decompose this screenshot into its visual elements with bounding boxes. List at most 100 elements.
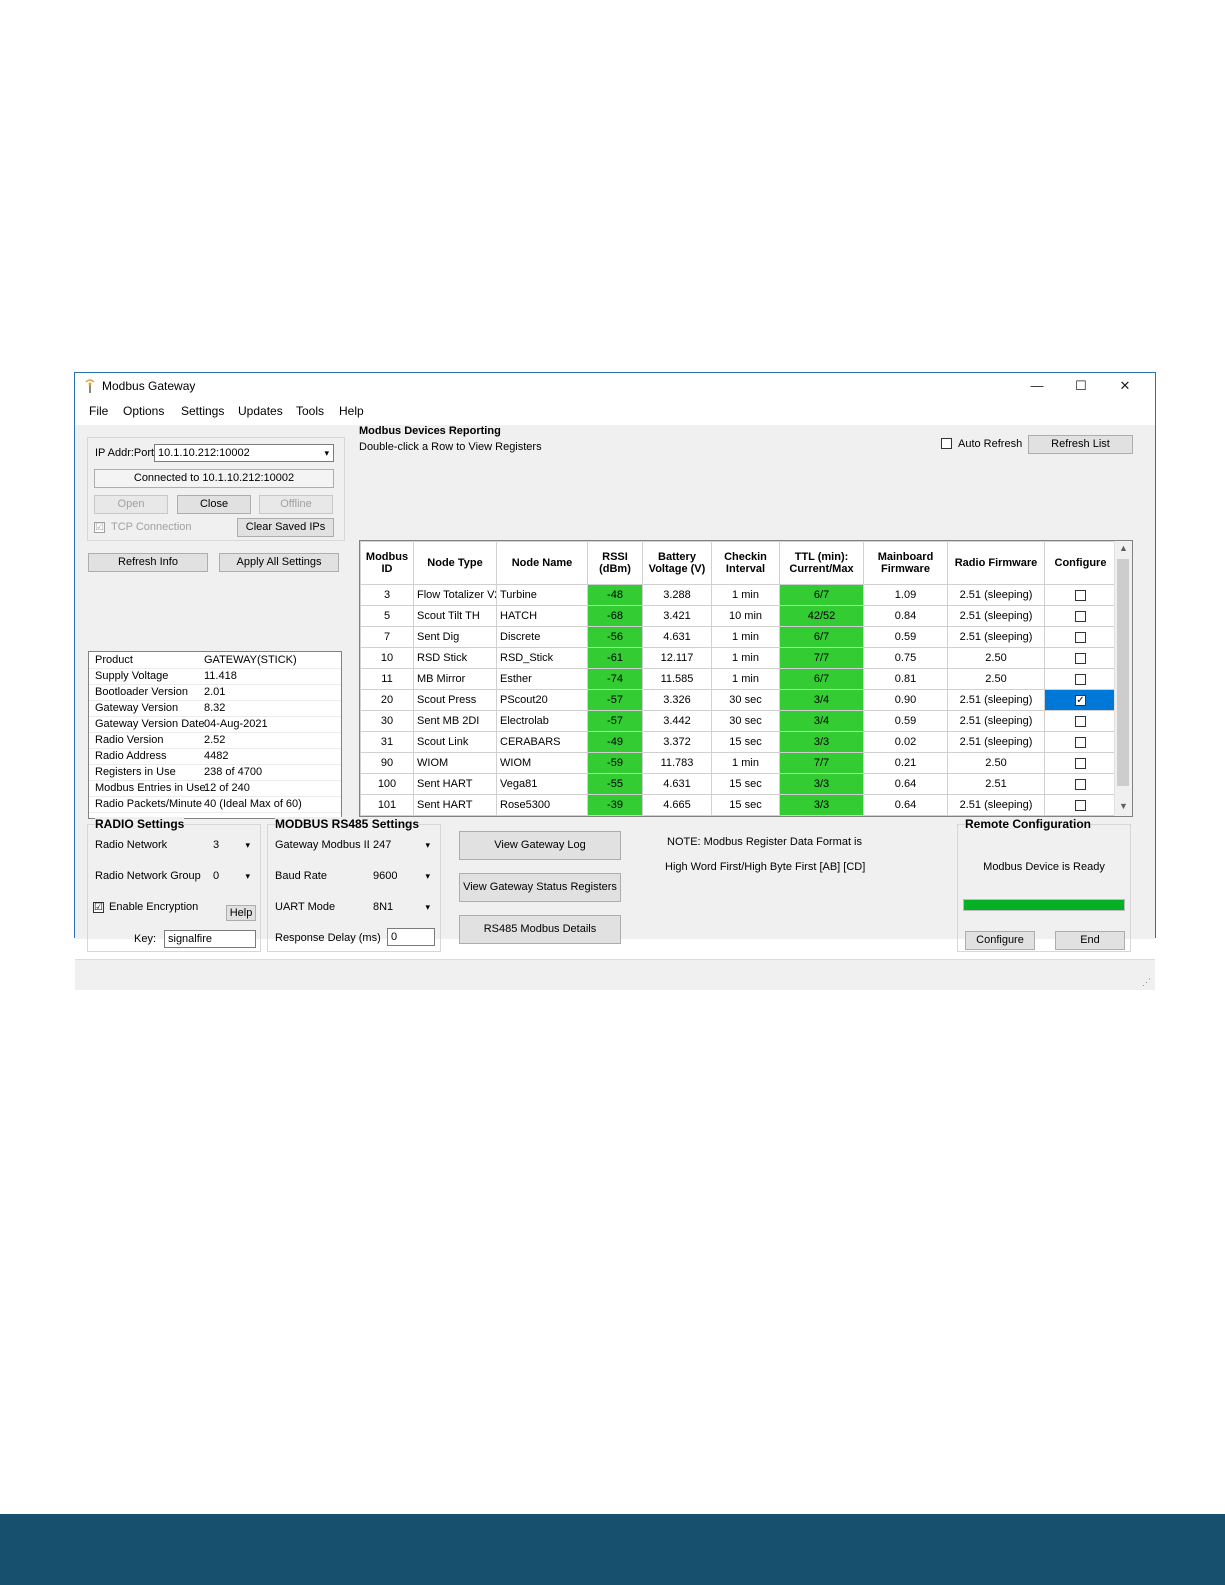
rs485-modbus-details-button[interactable]: RS485 Modbus Details [459, 915, 621, 944]
configure-checkbox[interactable] [1075, 631, 1086, 643]
enable-encryption-checkbox[interactable]: ☑ [93, 902, 104, 913]
battery-cell: 3.372 [642, 731, 712, 753]
configure-checkbox[interactable]: ✓ [1075, 694, 1086, 706]
configure-checkbox[interactable] [1075, 589, 1086, 601]
configure-cell: ✓ [1044, 689, 1117, 711]
table-row[interactable]: 30 Sent MB 2DI Electrolab -57 3.442 30 sec 3/4… [360, 710, 1117, 732]
gateway-modbus-id-combo[interactable]: 247 ▾ [369, 836, 435, 854]
column-header[interactable]: Modbus ID [360, 541, 414, 585]
table-row[interactable]: 90 WIOM WIOM -59 11.783 1 min 7/7 0.21 2.50 [360, 752, 1117, 774]
configure-cell [1044, 605, 1117, 627]
column-header[interactable]: Node Type [413, 541, 497, 585]
open-button[interactable]: Open [94, 495, 168, 514]
configure-checkbox[interactable] [1075, 736, 1086, 748]
ip-combo[interactable]: 10.1.10.212:10002 ▾ [154, 444, 334, 462]
node-name-cell: WIOM [496, 752, 588, 774]
column-header[interactable]: TTL (min): Current/Max [779, 541, 864, 585]
radio-fw-cell: 2.51 (sleeping) [947, 584, 1045, 606]
table-row[interactable]: 3 Flow Totalizer V2 Turbine -48 3.288 1 min 6/… [360, 584, 1117, 606]
column-header[interactable]: Radio Firmware [947, 541, 1045, 585]
chevron-down-icon[interactable]: ▼ [1115, 801, 1132, 811]
column-header[interactable]: Checkin Interval [711, 541, 780, 585]
info-key: Bootloader Version [95, 686, 188, 698]
uart-mode-combo[interactable]: 8N1 ▾ [369, 898, 435, 916]
chevron-up-icon[interactable]: ▲ [1115, 543, 1132, 553]
clear-saved-ips-button[interactable]: Clear Saved IPs [237, 518, 334, 537]
table-row[interactable]: 31 Scout Link CERABARS -49 3.372 15 sec 3/3 0.0… [360, 731, 1117, 753]
offline-button[interactable]: Offline [259, 495, 333, 514]
configure-checkbox[interactable] [1075, 610, 1086, 622]
battery-cell: 3.288 [642, 584, 712, 606]
node-type-cell: Scout Link [413, 731, 497, 753]
apply-all-settings-button[interactable]: Apply All Settings [219, 553, 339, 572]
checkin-cell: 10 min [711, 605, 780, 627]
combo-arrow-icon: ▾ [245, 871, 250, 881]
close-button[interactable]: Close [177, 495, 251, 514]
tcp-connection-checkbox[interactable]: ☑ [94, 522, 105, 533]
table-row[interactable]: 101 Sent HART Rose5300 -39 4.665 15 sec 3/3 0.6… [360, 794, 1117, 816]
configure-checkbox[interactable] [1075, 652, 1086, 664]
node-name-cell: Rose5300 [496, 794, 588, 816]
column-header[interactable]: Node Name [496, 541, 588, 585]
view-gateway-log-button[interactable]: View Gateway Log [459, 831, 621, 860]
maximize-button[interactable]: ☐ [1059, 373, 1103, 399]
help-button[interactable]: Help [226, 905, 256, 921]
view-gateway-status-registers-button[interactable]: View Gateway Status Registers [459, 873, 621, 902]
configure-checkbox[interactable] [1075, 673, 1086, 685]
refresh-list-button[interactable]: Refresh List [1028, 435, 1133, 454]
menu-settings[interactable]: Settings [181, 404, 224, 418]
minimize-button[interactable]: — [1015, 373, 1059, 399]
modbus-id-cell: 10 [360, 647, 414, 669]
ttl-cell: 6/7 [779, 668, 864, 690]
checkin-cell: 30 sec [711, 689, 780, 711]
menu-updates[interactable]: Updates [238, 404, 283, 418]
radio-network-combo[interactable]: 3 ▾ [209, 836, 255, 854]
resize-grip-icon[interactable]: ⋰ [1142, 977, 1151, 988]
configure-cell [1044, 773, 1117, 795]
configure-checkbox[interactable] [1075, 799, 1086, 811]
combo-arrow-icon: ▾ [425, 840, 430, 850]
column-header[interactable]: Mainboard Firmware [863, 541, 948, 585]
key-input[interactable]: signalfire [164, 930, 256, 948]
configure-cell [1044, 668, 1117, 690]
configure-checkbox[interactable] [1075, 715, 1086, 727]
table-row[interactable]: 20 Scout Press PScout20 -57 3.326 30 sec 3/4 0.… [360, 689, 1117, 711]
column-header[interactable]: Configure [1044, 541, 1117, 585]
table-row[interactable]: 10 RSD Stick RSD_Stick -61 12.117 1 min 7/7 0.7… [360, 647, 1117, 669]
baud-rate-combo[interactable]: 9600 ▾ [369, 867, 435, 885]
info-row: Supply Voltage 11.418 [89, 669, 341, 685]
response-delay-input[interactable]: 0 [387, 928, 435, 946]
column-header[interactable]: RSSI (dBm) [587, 541, 643, 585]
table-row[interactable]: 11 MB Mirror Esther -74 11.585 1 min 6/7 0.81 2.… [360, 668, 1117, 690]
radio-network-label: Radio Network [95, 839, 168, 851]
configure-button[interactable]: Configure [965, 931, 1035, 950]
end-button[interactable]: End [1055, 931, 1125, 950]
table-row[interactable]: 5 Scout Tilt TH HATCH -68 3.421 10 min 42/52 0.… [360, 605, 1117, 627]
node-name-cell: HATCH [496, 605, 588, 627]
modbus-id-cell: 11 [360, 668, 414, 690]
auto-refresh-checkbox[interactable] [941, 438, 952, 449]
close-window-button[interactable]: ✕ [1103, 373, 1147, 399]
node-name-cell: PScout20 [496, 689, 588, 711]
radio-network-group-combo[interactable]: 0 ▾ [209, 867, 255, 885]
scrollbar-thumb[interactable] [1117, 559, 1129, 786]
refresh-info-button[interactable]: Refresh Info [88, 553, 208, 572]
menu-file[interactable]: File [89, 404, 108, 418]
devices-scrollbar[interactable]: ▲ ▼ [1114, 541, 1132, 816]
configure-checkbox[interactable] [1075, 778, 1086, 790]
column-header[interactable]: Battery Voltage (V) [642, 541, 712, 585]
combo-arrow-icon: ▾ [245, 840, 250, 850]
baud-rate-value: 9600 [373, 870, 398, 882]
ttl-cell: 42/52 [779, 605, 864, 627]
menu-options[interactable]: Options [123, 404, 164, 418]
table-row[interactable]: 100 Sent HART Vega81 -55 4.631 15 sec 3/3 0.64 2… [360, 773, 1117, 795]
battery-cell: 4.665 [642, 794, 712, 816]
menu-tools[interactable]: Tools [296, 404, 324, 418]
checkin-cell: 15 sec [711, 731, 780, 753]
menu-help[interactable]: Help [339, 404, 364, 418]
node-type-cell: Flow Totalizer V2 [413, 584, 497, 606]
configure-checkbox[interactable] [1075, 757, 1086, 769]
remote-configuration-title: Remote Configuration [965, 817, 1091, 831]
table-row[interactable]: 7 Sent Dig Discrete -56 4.631 1 min 6/7 0.59 2.5… [360, 626, 1117, 648]
devices-grid[interactable]: Modbus ID Node Type Node Name RSSI (dBm) Bat… [359, 540, 1133, 817]
